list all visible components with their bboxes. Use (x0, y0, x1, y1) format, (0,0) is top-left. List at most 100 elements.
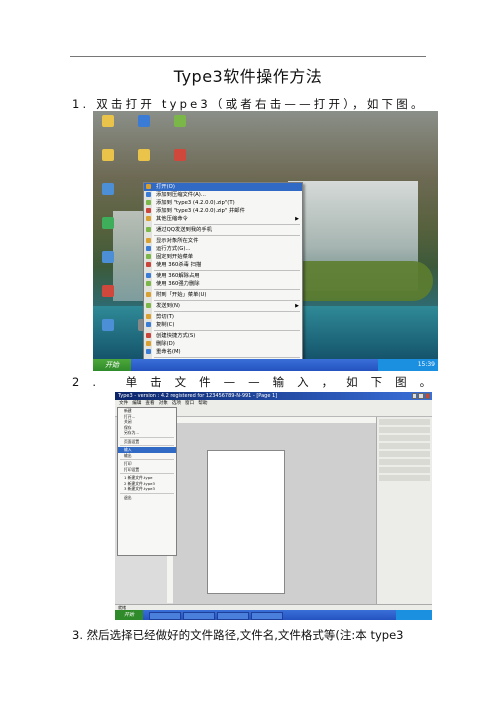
file-menu-item[interactable]: 另存为... (118, 430, 176, 436)
desktop-icon[interactable] (133, 115, 155, 128)
context-menu-item[interactable]: 创建快捷方式(S) (144, 332, 302, 340)
menubar-item[interactable]: 帮助 (198, 401, 207, 406)
menu-item-icon (146, 341, 151, 346)
menubar-item[interactable]: 编辑 (132, 401, 141, 406)
menu-separator (154, 300, 300, 301)
context-menu-item[interactable]: 重命名(M) (144, 348, 302, 356)
taskbar-button[interactable] (251, 612, 283, 620)
screenshot-desktop-context-menu: 打开(O) 添加到压缩文件(A)... 添加到 "type3 (4.2.0.0).z… (93, 111, 438, 371)
panel-row[interactable] (379, 451, 430, 457)
menu-item-icon (146, 192, 151, 197)
menu-item-label: 重命名(M) (156, 349, 181, 355)
panel-row[interactable] (379, 459, 430, 465)
window-title: Type3 - version : 4.2 registered for 123… (118, 393, 278, 399)
panel-row[interactable] (379, 427, 430, 433)
file-menu-item[interactable]: 退出 (118, 495, 176, 501)
menu-separator (154, 357, 300, 358)
menu-item-icon (146, 314, 151, 319)
menu-item-label: 附到「开始」菜单(U) (156, 292, 207, 298)
menu-item-label: 使用 360强力删除 (156, 281, 200, 287)
close-icon[interactable] (424, 393, 430, 399)
menu-item-icon (146, 238, 151, 243)
panel-row[interactable] (379, 475, 430, 481)
context-menu-item[interactable]: 使用 360解除占用 (144, 272, 302, 280)
menu-separator (154, 289, 300, 290)
menu-separator (120, 459, 174, 460)
context-menu-item[interactable]: 打开(O) (144, 183, 302, 191)
menu-item-label: 添加到 "type3 (4.2.0.0).zip" 并邮件 (156, 208, 245, 214)
context-menu-item[interactable]: 添加到 "type3 (4.2.0.0).zip"(T) (144, 199, 302, 207)
context-menu-item[interactable]: 使用 360杀毒 扫描 (144, 261, 302, 269)
context-menu-item[interactable]: 显示对象所在文件 (144, 237, 302, 245)
menu-item-icon (146, 303, 151, 308)
maximize-icon[interactable] (418, 393, 424, 399)
menu-item-icon (146, 292, 151, 297)
file-menu-item[interactable]: 打印设置 (118, 467, 176, 473)
menu-item-label: 添加到 "type3 (4.2.0.0).zip"(T) (156, 200, 235, 206)
context-menu: 打开(O) 添加到压缩文件(A)... 添加到 "type3 (4.2.0.0).z… (143, 182, 303, 371)
context-menu-item[interactable]: 其他压缩命令 ▶ (144, 215, 302, 223)
menu-item-icon (146, 262, 151, 267)
context-menu-item[interactable]: 固定到开始菜单 (144, 253, 302, 261)
desktop-icon[interactable] (97, 115, 119, 128)
context-menu-item[interactable]: 通过QQ发送到我的手机 (144, 226, 302, 234)
document-title: Type3软件操作方法 (173, 67, 323, 86)
minimize-icon[interactable] (412, 393, 418, 399)
file-menu-item[interactable]: 输出 (118, 453, 176, 459)
document-page[interactable] (207, 450, 285, 594)
menu-separator (154, 270, 300, 271)
menu-item-icon (146, 208, 151, 213)
menu-item-icon (146, 184, 151, 189)
taskbar-button[interactable] (217, 612, 249, 620)
menubar-item[interactable]: 查看 (145, 401, 154, 406)
context-menu-item[interactable]: 剪切(T) (144, 313, 302, 321)
start-button[interactable]: 开始 (115, 610, 143, 620)
start-button[interactable]: 开始 (93, 359, 131, 371)
taskbar-button[interactable] (183, 612, 215, 620)
system-tray-clock: 15:39 (378, 359, 438, 371)
context-menu-item[interactable]: 复制(C) (144, 321, 302, 329)
menu-separator (120, 436, 174, 438)
menubar-item[interactable]: 选项 (172, 401, 181, 406)
context-menu-item[interactable]: 运行方式(G)... (144, 245, 302, 253)
desktop-icon[interactable] (97, 285, 119, 298)
file-menu-item[interactable]: 3 新建文件.type3 (118, 486, 176, 492)
context-menu-item[interactable]: 删除(D) (144, 340, 302, 348)
menubar-item[interactable]: 文件 (119, 401, 128, 406)
step-1-text: 1. 双击打开 type3（或者右击——打开），如下图。 (72, 97, 426, 111)
header-rule (70, 56, 426, 57)
panel-row[interactable] (379, 419, 430, 425)
menu-item-label: 创建快捷方式(S) (156, 333, 196, 339)
panel-row[interactable] (379, 443, 430, 449)
desktop-icon[interactable] (97, 251, 119, 264)
menu-item-icon (146, 200, 151, 205)
desktop-icon[interactable] (169, 149, 191, 162)
desktop-icon[interactable] (169, 115, 191, 128)
menubar-item[interactable]: 对象 (159, 401, 168, 406)
desktop-icon[interactable] (133, 149, 155, 162)
desktop-icon[interactable] (97, 183, 119, 196)
context-menu-item[interactable]: 添加到 "type3 (4.2.0.0).zip" 并邮件 (144, 207, 302, 215)
desktop-icon[interactable] (97, 149, 119, 162)
panel-row[interactable] (379, 467, 430, 473)
screenshot-type3-window: Type3 - version : 4.2 registered for 123… (115, 392, 432, 620)
taskbar-button[interactable] (149, 612, 181, 620)
context-menu-item[interactable]: 添加到压缩文件(A)... (144, 191, 302, 199)
menu-item-label: 剪切(T) (156, 314, 174, 320)
context-menu-item[interactable]: 附到「开始」菜单(U) (144, 291, 302, 299)
menu-separator (154, 330, 300, 331)
menu-separator (120, 445, 174, 446)
context-menu-item[interactable]: 发送到(N) ▶ (144, 302, 302, 310)
context-menu-item[interactable]: 使用 360强力删除 (144, 280, 302, 288)
menu-item-icon (146, 254, 151, 259)
menu-item-icon (146, 333, 151, 338)
system-tray (396, 610, 432, 620)
menubar-item[interactable]: 窗口 (185, 401, 194, 406)
panel-row[interactable] (379, 435, 430, 441)
desktop-icon[interactable] (97, 217, 119, 230)
menu-item-label: 添加到压缩文件(A)... (156, 192, 206, 198)
desktop-icon[interactable] (97, 319, 119, 332)
window-controls (412, 393, 430, 399)
menu-separator (154, 311, 300, 312)
file-menu-item[interactable]: 页面设置 (118, 439, 176, 445)
